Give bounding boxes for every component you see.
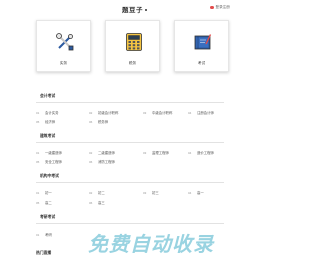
item-number: 01 bbox=[36, 150, 40, 155]
list-item[interactable]: 03 监理工程师 bbox=[143, 150, 190, 156]
item-number: 01 bbox=[36, 190, 40, 195]
item-number: 03 bbox=[143, 190, 147, 195]
list-item[interactable]: 06 高三 bbox=[89, 200, 136, 206]
notebook-icon bbox=[194, 34, 212, 50]
item-label: 监理工程师 bbox=[152, 151, 169, 155]
item-label: 考研 bbox=[45, 233, 52, 237]
item-number: 02 bbox=[89, 190, 93, 195]
section-row: 01 一级建造师 02 二级建造师 03 监理工程师 04 造价工程师 bbox=[36, 150, 224, 158]
section-divider bbox=[36, 142, 224, 143]
item-number: 02 bbox=[89, 110, 93, 115]
list-item[interactable]: 02 二级建造师 bbox=[89, 150, 136, 156]
item-number: 05 bbox=[36, 119, 40, 124]
item-number: 01 bbox=[36, 110, 40, 115]
list-item[interactable]: 06 消防工程师 bbox=[89, 159, 136, 165]
list-item[interactable]: 06 税务师 bbox=[89, 119, 136, 125]
card-tax[interactable]: 税务 bbox=[105, 20, 160, 72]
item-label: 经济师 bbox=[45, 120, 56, 124]
item-label: 会计实务 bbox=[45, 111, 59, 115]
top-header: 题豆子 登录注册 bbox=[0, 0, 265, 18]
list-item[interactable]: 01 一级建造师 bbox=[36, 150, 83, 156]
user-icon bbox=[210, 5, 214, 10]
card-exam[interactable]: 考试 bbox=[174, 20, 229, 72]
section-title-school: 机构中考试 bbox=[40, 174, 59, 178]
item-label: 一级建造师 bbox=[45, 151, 62, 155]
list-item[interactable]: 01 会计实务 bbox=[36, 110, 83, 116]
item-label: 中级会计职称 bbox=[152, 111, 173, 115]
section-title-postgrad: 考研考试 bbox=[40, 215, 56, 219]
item-label: 初三 bbox=[152, 191, 159, 195]
section-row: 05 经济师 06 税务师 bbox=[36, 119, 224, 127]
item-label: 初一 bbox=[45, 191, 52, 195]
logo-dot-icon bbox=[145, 9, 147, 11]
section-title-construction: 建筑考试 bbox=[40, 134, 56, 138]
item-number: 05 bbox=[36, 200, 40, 205]
item-number: 05 bbox=[36, 159, 40, 164]
item-label: 高二 bbox=[45, 201, 52, 205]
card-practice[interactable]: 实务 bbox=[36, 20, 91, 72]
item-number: 03 bbox=[143, 110, 147, 115]
item-number: 04 bbox=[188, 110, 192, 115]
item-label: 高一 bbox=[197, 191, 204, 195]
item-number: 06 bbox=[89, 159, 93, 164]
login-link[interactable]: 登录注册 bbox=[210, 5, 230, 10]
tools-icon bbox=[56, 33, 74, 51]
section-row: 05 安全工程师 06 消防工程师 bbox=[36, 159, 224, 167]
hot-live-title: 热门直播 bbox=[36, 251, 52, 255]
list-item[interactable]: 04 高一 bbox=[188, 190, 235, 196]
item-label: 注册会计师 bbox=[197, 111, 214, 115]
item-label: 安全工程师 bbox=[45, 160, 62, 164]
item-number: 06 bbox=[89, 119, 93, 124]
watermark-text: 免费自动收录 bbox=[88, 232, 214, 256]
list-item[interactable]: 03 中级会计职称 bbox=[143, 110, 190, 116]
section-row: 01 初一 02 初二 03 初三 04 高一 bbox=[36, 190, 224, 198]
list-item[interactable]: 05 高二 bbox=[36, 200, 83, 206]
item-number: 03 bbox=[143, 150, 147, 155]
category-cards: 实务 税务 考试 bbox=[36, 20, 231, 72]
item-number: 06 bbox=[89, 200, 93, 205]
card-label: 税务 bbox=[128, 61, 137, 65]
item-number: 01 bbox=[36, 232, 40, 237]
list-item[interactable]: 03 初三 bbox=[143, 190, 190, 196]
logo-text: 题豆子 bbox=[122, 6, 143, 14]
card-label: 实务 bbox=[59, 61, 68, 65]
section-divider bbox=[36, 102, 224, 103]
section-row: 05 高二 06 高三 bbox=[36, 200, 224, 208]
item-label: 造价工程师 bbox=[197, 151, 214, 155]
section-title-accounting: 会计考试 bbox=[40, 94, 56, 98]
item-label: 高三 bbox=[98, 201, 105, 205]
item-label: 初二 bbox=[98, 191, 105, 195]
item-label: 税务师 bbox=[98, 120, 109, 124]
list-item[interactable]: 05 安全工程师 bbox=[36, 159, 83, 165]
item-number: 02 bbox=[89, 150, 93, 155]
list-item[interactable]: 01 初一 bbox=[36, 190, 83, 196]
login-label: 登录注册 bbox=[215, 5, 230, 9]
card-label: 考试 bbox=[197, 61, 206, 65]
list-item[interactable]: 04 注册会计师 bbox=[188, 110, 235, 116]
list-item[interactable]: 05 经济师 bbox=[36, 119, 83, 125]
item-label: 二级建造师 bbox=[98, 151, 115, 155]
item-number: 04 bbox=[188, 150, 192, 155]
list-item[interactable]: 02 初级会计职称 bbox=[89, 110, 136, 116]
site-logo[interactable]: 题豆子 bbox=[122, 4, 147, 14]
list-item[interactable]: 04 造价工程师 bbox=[188, 150, 235, 156]
watermark: 免费自动收录 bbox=[88, 228, 263, 258]
section-row: 01 会计实务 02 初级会计职称 03 中级会计职称 04 注册会计师 bbox=[36, 110, 224, 118]
list-item[interactable]: 01 考研 bbox=[36, 232, 83, 238]
section-divider bbox=[36, 223, 224, 224]
item-number: 04 bbox=[188, 190, 192, 195]
item-label: 消防工程师 bbox=[98, 160, 115, 164]
item-label: 初级会计职称 bbox=[98, 111, 119, 115]
list-item[interactable]: 02 初二 bbox=[89, 190, 136, 196]
calculator-icon bbox=[126, 33, 142, 51]
section-divider bbox=[36, 182, 224, 183]
